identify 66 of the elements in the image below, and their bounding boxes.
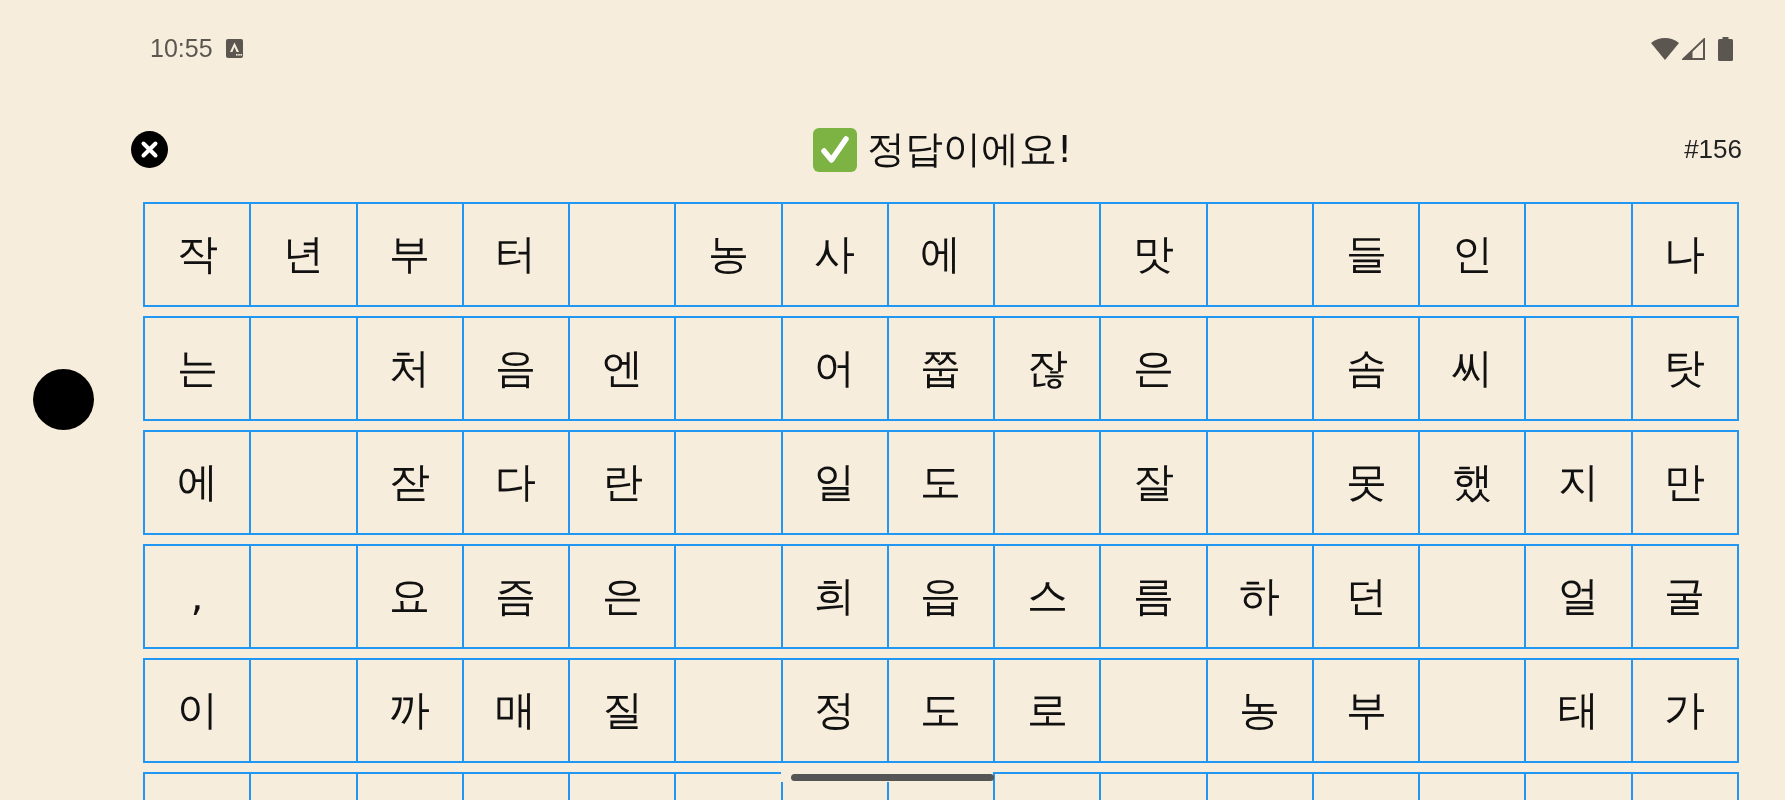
status-time: 10:55 [150, 36, 213, 61]
grid-cell: 엔 [568, 316, 677, 421]
grid-cell: 나 [1630, 202, 1739, 307]
grid-cell: 부 [355, 202, 464, 307]
puzzle-number: #156 [1684, 134, 1742, 165]
grid-cell: 년 [249, 202, 358, 307]
grid-cell: 맛 [1099, 202, 1208, 307]
grid-cell: 잗 [355, 430, 464, 535]
grid-cell: 던 [1311, 544, 1421, 649]
grid-cell: 도 [886, 430, 996, 535]
grid-cell: 즘 [461, 544, 571, 649]
grid-cell: 로 [993, 658, 1102, 763]
grid-cell: 지 [1524, 430, 1633, 535]
grid-cell: 솜 [1311, 316, 1421, 421]
grid-cell: 터 [461, 202, 571, 307]
grid-cell: 하 [1205, 544, 1314, 649]
notification-icon [225, 39, 243, 58]
grid-cell: 은 [568, 544, 677, 649]
grid-cell: 부 [1311, 658, 1421, 763]
grid-cell: 도 [886, 658, 996, 763]
dot-icon[interactable] [33, 369, 94, 430]
grid-cell: 읍 [886, 544, 996, 649]
check-icon [812, 127, 857, 172]
result-title: 정답이에요! [866, 126, 1073, 173]
grid-cell: 잖 [993, 316, 1102, 421]
grid-cell: 는 [143, 316, 252, 421]
grid-cell: 매 [461, 658, 571, 763]
grid-cell: 농 [674, 202, 783, 307]
signal-icon [1682, 37, 1705, 60]
grid-cell: , [143, 544, 252, 649]
grid-cell: 태 [1524, 658, 1633, 763]
grid-cell: 잘 [1099, 430, 1208, 535]
grid-cell: 에 [143, 430, 252, 535]
grid-cell: 일 [780, 430, 889, 535]
grid-cell: 음 [461, 316, 571, 421]
grid-cell: 사 [780, 202, 889, 307]
grid-cell: 가 [1630, 658, 1739, 763]
grid-cell: 질 [568, 658, 677, 763]
grid-cell: 어 [780, 316, 889, 421]
grid-cell: 이 [143, 658, 252, 763]
battery-icon [1718, 36, 1733, 61]
grid-cell: 했 [1418, 430, 1527, 535]
grid-cell: 스 [993, 544, 1102, 649]
grid-cell: 다 [461, 430, 571, 535]
grid-cell: 인 [1418, 202, 1527, 307]
grid-cell: 처 [355, 316, 464, 421]
wifi-icon [1651, 37, 1679, 60]
grid-cell: 에 [886, 202, 996, 307]
grid-cell: 탓 [1630, 316, 1739, 421]
grid-cell: 작 [143, 202, 252, 307]
grid-cell: 얼 [1524, 544, 1633, 649]
grid-cell: 쭙 [886, 316, 996, 421]
grid-cell: 까 [355, 658, 464, 763]
grid-cell: 은 [1099, 316, 1208, 421]
grid-cell: 씨 [1418, 316, 1527, 421]
grid-cell: 들 [1311, 202, 1421, 307]
grid-cell: 름 [1099, 544, 1208, 649]
grid-cell: 요 [355, 544, 464, 649]
grid-cell: 정 [780, 658, 889, 763]
grid-cell: 희 [780, 544, 889, 649]
grid-cell: 굴 [1630, 544, 1739, 649]
close-icon[interactable] [131, 131, 168, 168]
grid-cell: 농 [1205, 658, 1314, 763]
grid-cell: 못 [1311, 430, 1421, 535]
grid-cell: 란 [568, 430, 677, 535]
grid-cell: 만 [1630, 430, 1739, 535]
